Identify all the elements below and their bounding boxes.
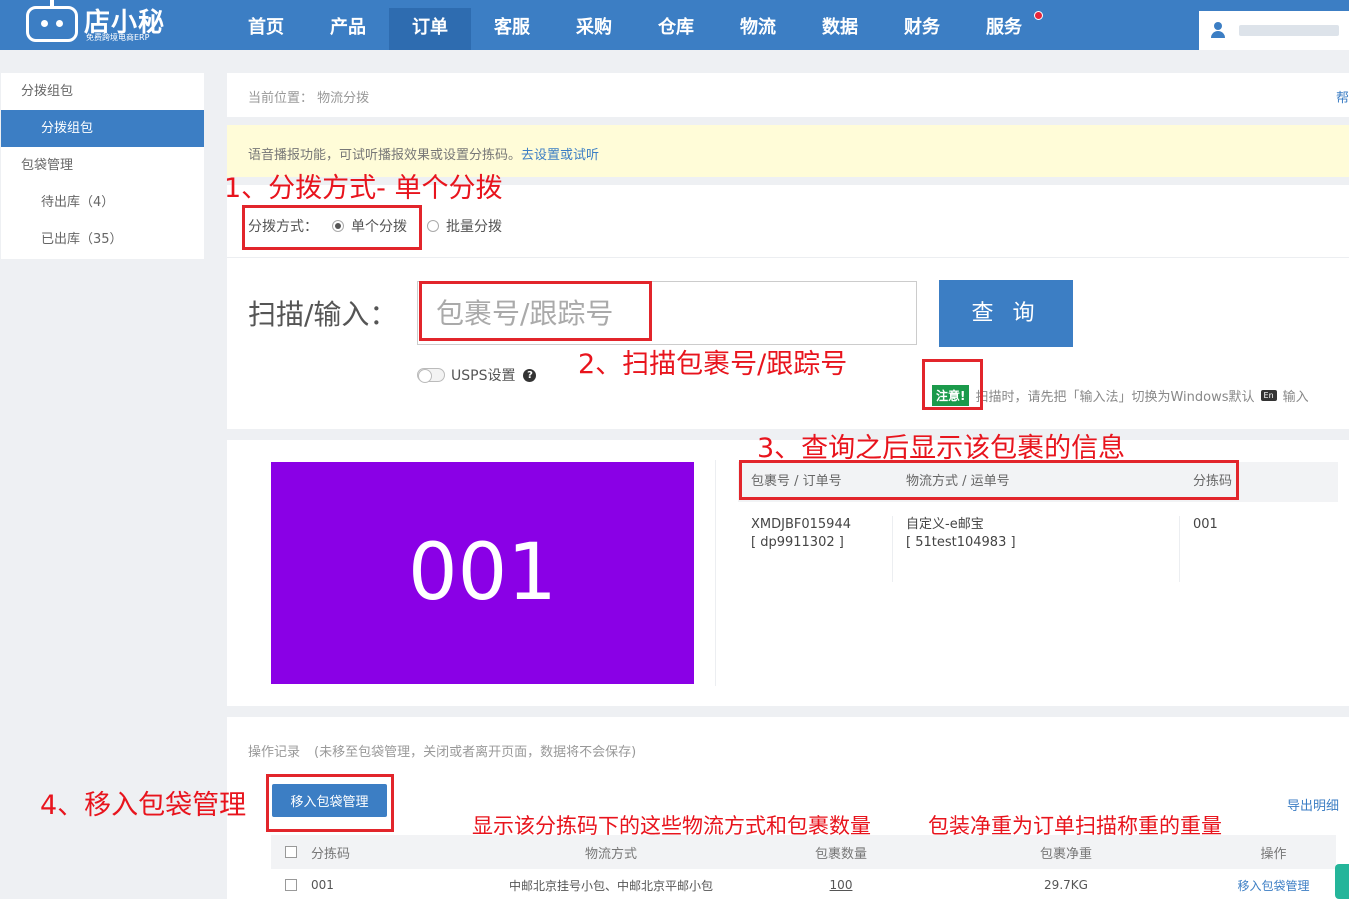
logo[interactable]: 店小秘 免费跨境电商ERP	[24, 0, 204, 46]
robot-logo-icon	[26, 0, 78, 42]
row-checkbox[interactable]	[285, 879, 297, 891]
header-sort-code: 分拣码	[311, 846, 351, 862]
annotation-box-headers	[739, 460, 1239, 500]
breadcrumb-current: 物流分拨	[317, 91, 370, 106]
table-row: XMDJBF015944 [ dp9911302 ] 自定义-e邮宝 [ 51t…	[738, 502, 1338, 582]
sidebar-item-sorting[interactable]: 分拨组包	[1, 110, 204, 147]
nav-home[interactable]: 首页	[225, 0, 307, 50]
cell-weight: 29.7KG	[1044, 878, 1088, 892]
cell-sort-code: 001	[311, 878, 334, 892]
help-link[interactable]: 帮	[1336, 87, 1349, 106]
en-key-icon: En	[1260, 390, 1277, 401]
package-no: XMDJBF015944	[751, 517, 851, 532]
sort-code-display: 001	[271, 462, 694, 684]
export-details-link[interactable]: 导出明细	[1287, 795, 1339, 814]
query-button[interactable]: 查 询	[939, 280, 1073, 347]
scan-label: 扫描/输入：	[248, 298, 398, 331]
nav-finance[interactable]: 财务	[881, 0, 963, 50]
logistics-method: 自定义-e邮宝	[906, 517, 984, 532]
nav-logistics[interactable]: 物流	[717, 0, 799, 50]
operation-log-panel: 操作记录 (未移至包袋管理，关闭或者离开页面，数据将不会保存) 移入包袋管理 导出…	[227, 717, 1349, 899]
cell-count-link[interactable]: 100	[761, 878, 921, 892]
cell-method: 中邮北京挂号小包、中邮北京平邮小包	[508, 878, 713, 893]
question-icon[interactable]: ?	[523, 368, 537, 382]
annotation-methods-note: 显示该分拣码下的这些物流方式和包裹数量	[472, 814, 871, 838]
header-method: 物流方式	[584, 846, 637, 862]
hint-text: 扫描时，请先把「输入法」切换为Windows默认	[975, 390, 1255, 405]
nav-purchase[interactable]: 采购	[553, 0, 635, 50]
annotation-box-input	[419, 281, 652, 341]
annotation-box-hint	[922, 359, 983, 410]
select-all-checkbox[interactable]	[285, 846, 297, 858]
breadcrumb-prefix: 当前位置：	[248, 91, 314, 106]
order-no: [ dp9911302 ]	[751, 535, 844, 550]
table-header: 分拣码 物流方式 包裹数量 包裹净重 操作	[271, 835, 1336, 869]
username-blurred	[1239, 25, 1339, 36]
sidebar: 分拨组包 分拨组包 包袋管理 待出库（4） 已出库（35）	[1, 73, 204, 259]
nav-service[interactable]: 客服	[471, 0, 553, 50]
header-action: 操作	[1260, 846, 1287, 862]
annotation-step1: 1、分拨方式- 单个分拨	[224, 173, 503, 204]
log-table: 分拣码 物流方式 包裹数量 包裹净重 操作 001 中邮北京挂号小包、中邮北京平…	[271, 835, 1336, 899]
annotation-box-move	[266, 774, 394, 832]
row-move-to-bag-link[interactable]: 移入包袋管理	[1211, 877, 1336, 894]
cell-sort-code: 001	[1193, 517, 1218, 532]
nav-orders[interactable]: 订单	[389, 8, 471, 50]
cell-package: XMDJBF015944 [ dp9911302 ]	[738, 516, 893, 582]
log-note: (未移至包袋管理，关闭或者离开页面，数据将不会保存)	[314, 745, 637, 760]
mode-batch-label[interactable]: 批量分拨	[446, 216, 502, 236]
notice-settings-link[interactable]: 去设置或试听	[521, 148, 599, 163]
usps-setting: USPS设置 ?	[417, 365, 537, 385]
hint-tail: 输入	[1282, 390, 1309, 405]
nav-services[interactable]: 服务	[963, 0, 1045, 50]
header-count: 包裹数量	[814, 846, 867, 862]
header-weight: 包裹净重	[1039, 846, 1092, 862]
sidebar-group-sorting[interactable]: 分拨组包	[1, 73, 204, 110]
notification-dot	[1034, 11, 1043, 20]
sidebar-item-pending[interactable]: 待出库（4）	[1, 184, 204, 221]
breadcrumb: 当前位置： 物流分拨 帮	[227, 73, 1349, 117]
sidebar-group-bags[interactable]: 包袋管理	[1, 147, 204, 184]
input-method-hint: 注意! 扫描时，请先把「输入法」切换为Windows默认 En 输入	[932, 385, 1309, 406]
nav-data[interactable]: 数据	[799, 0, 881, 50]
cell-logistics: 自定义-e邮宝 [ 51test104983 ]	[893, 516, 1180, 582]
notice-text: 语音播报功能，可试听播报效果或设置分拣码。	[248, 148, 522, 163]
main-nav: 首页 产品 订单 客服 采购 仓库 物流 数据 财务 服务	[225, 0, 1045, 50]
annotation-step2: 2、扫描包裹号/跟踪号	[578, 349, 848, 380]
user-menu[interactable]	[1199, 11, 1349, 50]
annotation-weight-note: 包装净重为订单扫描称重的重量	[928, 814, 1222, 838]
nav-warehouse[interactable]: 仓库	[635, 0, 717, 50]
usps-toggle[interactable]	[417, 368, 445, 383]
top-navbar: 店小秘 免费跨境电商ERP 首页 产品 订单 客服 采购 仓库 物流 数据 财务…	[0, 0, 1349, 50]
divider	[715, 460, 716, 686]
floating-side-tab[interactable]	[1335, 864, 1349, 899]
usps-label: USPS设置	[451, 368, 516, 384]
waybill-no: [ 51test104983 ]	[906, 535, 1016, 550]
table-row: 001 中邮北京挂号小包、中邮北京平邮小包 100 29.7KG 移入包袋管理	[271, 869, 1336, 899]
annotation-box-mode	[242, 205, 422, 250]
sidebar-item-shipped[interactable]: 已出库（35）	[1, 221, 204, 258]
logo-subtitle: 免费跨境电商ERP	[86, 33, 150, 42]
user-icon	[1211, 22, 1225, 38]
divider	[227, 257, 1349, 258]
annotation-step4: 4、移入包袋管理	[40, 790, 247, 821]
log-title: 操作记录	[248, 745, 301, 760]
nav-products[interactable]: 产品	[307, 0, 389, 50]
radio-batch-icon[interactable]	[427, 220, 439, 232]
